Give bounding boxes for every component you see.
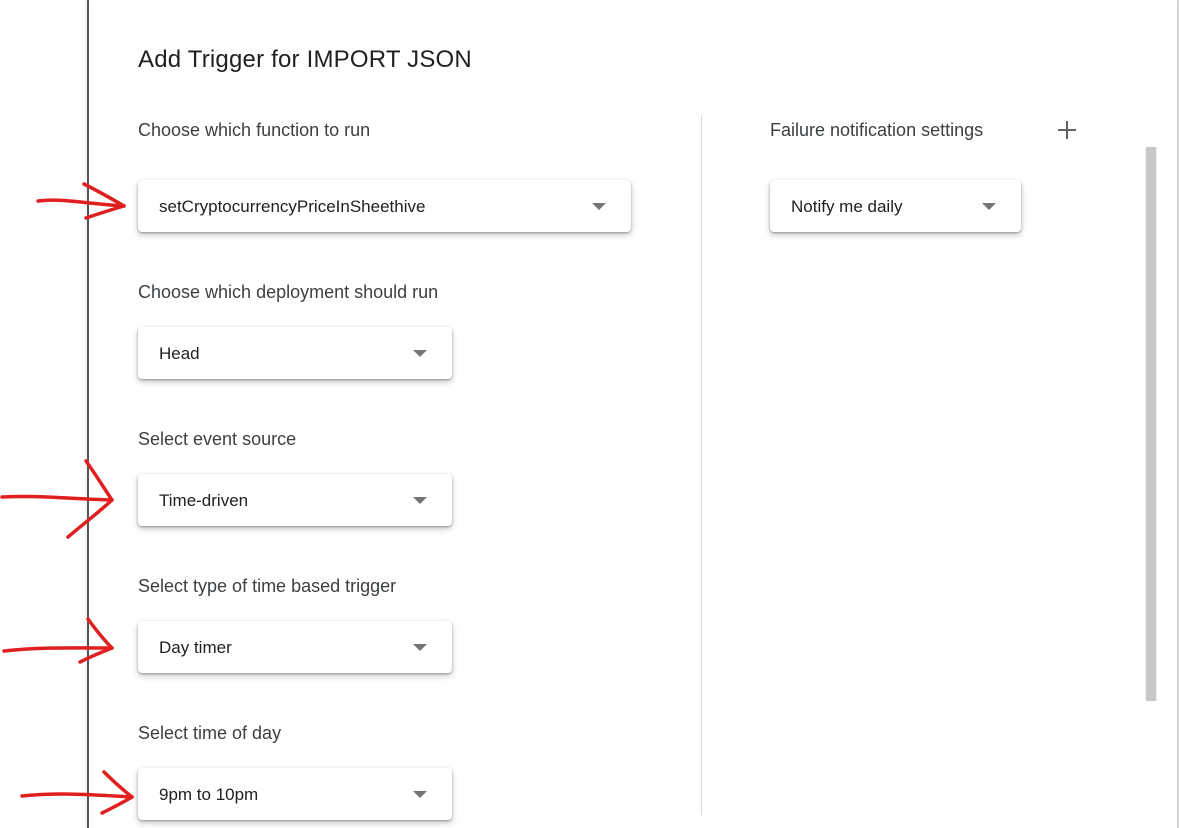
failure-notification-select-value: Notify me daily [791, 197, 903, 216]
time-of-day-select-value: 9pm to 10pm [159, 785, 259, 804]
caret-down-icon [413, 497, 427, 504]
function-select[interactable]: setCryptocurrencyPriceInSheethive [138, 180, 631, 232]
time-trigger-type-select-value: Day timer [159, 638, 232, 657]
function-label: Choose which function to run [138, 120, 371, 140]
deployment-select-value: Head [159, 344, 200, 363]
panel-divider [701, 115, 702, 815]
caret-down-icon [592, 203, 606, 210]
event-source-select[interactable]: Time-driven [138, 474, 452, 526]
event-source-label: Select event source [138, 429, 297, 449]
caret-down-icon [413, 791, 427, 798]
failure-notification-label: Failure notification settings [770, 120, 984, 140]
time-trigger-type-label: Select type of time based trigger [138, 576, 397, 596]
event-source-select-value: Time-driven [159, 491, 249, 510]
caret-down-icon [413, 644, 427, 651]
time-of-day-select[interactable]: 9pm to 10pm [138, 768, 452, 820]
plus-icon [1058, 121, 1076, 139]
add-trigger-dialog: Add Trigger for IMPORT JSON Choose which… [87, 0, 1177, 828]
time-trigger-type-select[interactable]: Day timer [138, 621, 452, 673]
scrollbar-thumb[interactable] [1146, 147, 1156, 701]
caret-down-icon [982, 203, 996, 210]
deployment-label: Choose which deployment should run [138, 282, 439, 302]
screen: Add Trigger for IMPORT JSON Choose which… [0, 0, 1179, 828]
failure-notification-select[interactable]: Notify me daily [770, 180, 1021, 232]
caret-down-icon [413, 350, 427, 357]
dialog-title: Add Trigger for IMPORT JSON [138, 46, 472, 73]
add-notification-button[interactable] [1053, 116, 1081, 144]
function-select-value: setCryptocurrencyPriceInSheethive [159, 197, 426, 216]
deployment-select[interactable]: Head [138, 327, 452, 379]
time-of-day-label: Select time of day [138, 723, 282, 743]
